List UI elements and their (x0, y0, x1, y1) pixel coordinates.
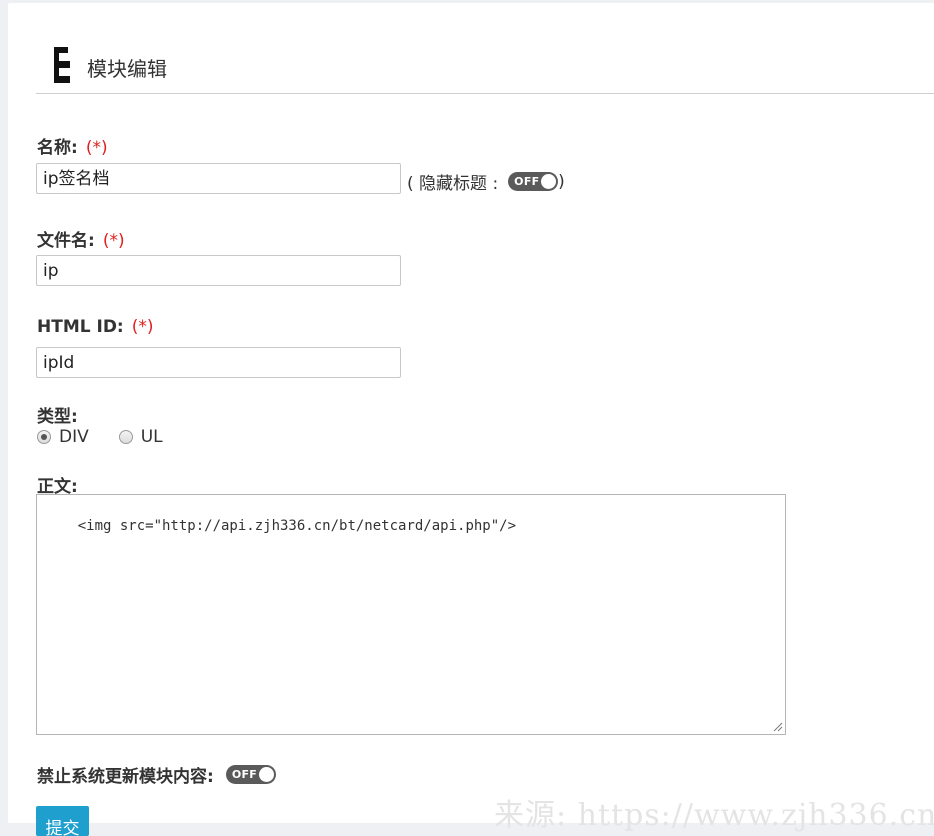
toggle-knob (258, 767, 274, 782)
toggle-knob (541, 174, 557, 189)
hide-title-toggle[interactable]: OFF (508, 172, 559, 191)
type-radio-group: DIV UL (37, 427, 193, 447)
radio-label: UL (140, 427, 163, 447)
required-marker: (*) (102, 231, 125, 251)
toggle-state-text: OFF (514, 175, 540, 188)
toggle-state-text: OFF (231, 768, 258, 781)
filename-label-text: 文件名: (37, 231, 95, 251)
hide-title-group: ( 隐藏标题 : OFF ) (407, 169, 565, 195)
filename-input[interactable]: ip (36, 255, 401, 286)
disable-update-toggle[interactable]: OFF (225, 765, 276, 784)
page-title: 模块编辑 (87, 57, 167, 81)
radio-button[interactable] (37, 430, 51, 444)
required-marker: (*) (131, 317, 154, 337)
htmlid-label: HTML ID: (*) (37, 317, 154, 337)
submit-button[interactable]: 提交 (36, 806, 89, 836)
required-marker: (*) (85, 138, 108, 158)
htmlid-label-text: HTML ID: (37, 317, 124, 337)
name-input[interactable]: ip签名档 (36, 163, 401, 194)
name-label: 名称: (*) (37, 133, 108, 158)
resize-handle-icon[interactable] (773, 722, 783, 732)
radio-option-ul[interactable]: UL (118, 427, 163, 447)
hide-title-label: ( 隐藏标题 : (407, 174, 499, 194)
disable-update-label: 禁止系统更新模块内容: (37, 767, 214, 787)
hide-title-close: ) (558, 171, 565, 192)
radio-option-div[interactable]: DIV (37, 427, 89, 447)
name-label-text: 名称: (37, 138, 78, 158)
disable-update-row: 禁止系统更新模块内容: OFF (37, 762, 276, 787)
watermark: 来源: https://www.zjh336.cn (494, 798, 934, 833)
body-textarea-content: <img src="http://api.zjh336.cn/bt/netcar… (77, 518, 517, 534)
module-edit-panel: 模块编辑 名称: (*) ip签名档 ( 隐藏标题 : OFF ) 文件名: (*)… (8, 3, 934, 836)
body-textarea[interactable]: <img src="http://api.zjh336.cn/bt/netcar… (36, 494, 786, 735)
radio-label: DIV (59, 427, 89, 447)
radio-button[interactable] (118, 430, 133, 444)
panel-header: 模块编辑 (36, 3, 934, 94)
sitemap-icon (54, 47, 70, 83)
htmlid-input[interactable]: ipId (36, 347, 401, 378)
filename-label: 文件名: (*) (37, 226, 125, 251)
type-label: 类型: (37, 407, 78, 427)
